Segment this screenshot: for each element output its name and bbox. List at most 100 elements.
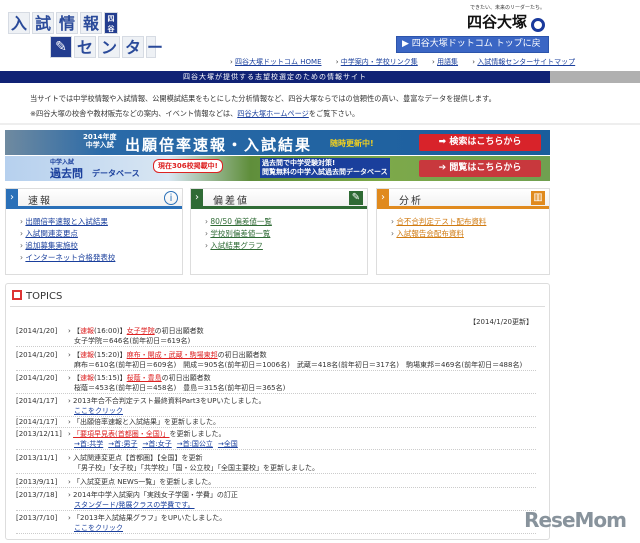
pencil-icon: ✎ [50, 36, 72, 58]
topic-row: [2014/1/20] 【速報(16:00)】女子学院の初日出願者数女子学院＝64… [16, 326, 536, 347]
box-title: 分析 [399, 196, 423, 207]
topic-sublink[interactable]: →首:男子 [108, 440, 137, 448]
intro-line-2-end: をご覧下さい。 [308, 109, 360, 118]
topic-detail: 麻布＝610名(前年初日＝609名) 開成＝905名(前年初日＝1006名) 武… [74, 361, 523, 369]
topic-text: 「2013年入試結果グラフ」をUPいたしました。 [73, 514, 227, 522]
box-link[interactable]: 出願倍率速報と入試結果 [25, 217, 108, 226]
bracket: 【 [73, 327, 81, 335]
box-link[interactable]: 合不合判定テスト配布資料 [396, 217, 486, 226]
top-links: › 四谷大塚ドットコム HOME › 中学案内・学校リンク集 › 用語集 › 入… [230, 58, 576, 66]
topic-text: 「出願倍率速報と入試結果」を更新しました。 [73, 418, 221, 426]
box-link[interactable]: 入試結果グラフ [210, 241, 263, 250]
intro-line-2: ※四谷大塚の校舎や教材販売などの案内、イベント情報などは、 [30, 109, 238, 118]
topic-text: 入試関連変更点【首都圏】【全国】を更新 [73, 454, 203, 462]
topic-row: [2013/7/10] 「2013年入試結果グラフ」をUPいたしました。ここをクリ… [16, 513, 536, 534]
logo-char: タ [122, 36, 144, 58]
topic-link[interactable]: 「要項早見表(首都圏・全国)」 [73, 430, 169, 438]
topic-date: [2013/12/11] [16, 430, 62, 438]
topic-link[interactable]: 桜蔭・豊島 [127, 374, 162, 382]
topic-date: [2014/1/17] [16, 418, 58, 426]
box-title: 偏差値 [213, 196, 249, 207]
topic-text: 2014年中学入試案内「実践女子学園・学費」の訂正 [73, 491, 238, 499]
topic-text: を更新しました。 [169, 430, 226, 438]
topics-panel: TOPICS 【2014/1/20更新】 [2014/1/20]【速報(16:0… [5, 283, 550, 540]
topic-row: [2013/11/1] 入試関連変更点【首都圏】【全国】を更新「男子校」「女子校」… [16, 453, 536, 474]
topic-date: [2014/1/20] [16, 374, 58, 382]
topic-date: [2013/7/18] [16, 491, 58, 499]
box-link[interactable]: 80/50 偏差値一覧 [210, 217, 272, 226]
info-icon: i [164, 191, 178, 205]
box-analysis: › 分析 ▥ 合不合判定テスト配布資料 入試報告会配布資料 [376, 188, 550, 275]
topic-sublink[interactable]: ここをクリック [74, 407, 123, 415]
intro-text: 当サイトでは中学校情報や入試情報、公開模試結果をもとにした分析情報など、四谷大塚… [30, 91, 496, 121]
chevron-right-icon: › [191, 189, 203, 206]
topic-sublink[interactable]: →首:女子 [142, 440, 171, 448]
logo-char: 試 [32, 12, 54, 34]
banner-sub: 中学入試 [85, 141, 114, 149]
site-logo[interactable]: 入 試 情 報 四谷大塚 ✎ セ ン タ ー [8, 12, 163, 60]
chevron-right-icon: › [6, 189, 18, 206]
topic-sublink[interactable]: →首:共学 [74, 440, 103, 448]
topic-text: 「入試変更点 NEWS一覧」を更新しました。 [73, 478, 216, 486]
topic-date: [2014/1/17] [16, 397, 58, 405]
breaking-label: 速報 [80, 374, 95, 382]
bracket: 【 [73, 374, 81, 382]
link-sitemap[interactable]: 入試情報センターサイトマップ [477, 58, 575, 66]
count-badge: 現在306校掲載中! [153, 159, 223, 173]
intro-line-1: 当サイトでは中学校情報や入試情報、公開模試結果をもとにした分析情報など、四谷大塚… [30, 94, 496, 103]
topic-detail: 桜蔭＝453名(前年初日＝458名) 豊島＝315名(前年初日＝365名) [74, 384, 286, 392]
topic-date: [2014/1/20] [16, 351, 58, 359]
bar-chart-icon: ▥ [531, 191, 545, 205]
topic-date: [2013/9/11] [16, 478, 58, 486]
divider [10, 306, 545, 307]
topic-row: [2014/1/20] 【速報(15:15)】桜蔭・豊島の初日出願者数桜蔭＝453… [16, 373, 536, 394]
link-home[interactable]: 四谷大塚ドットコム HOME [235, 58, 321, 66]
box-link[interactable]: 学校別偏差値一覧 [210, 229, 270, 238]
logo-char: 情 [56, 12, 78, 34]
browse-button[interactable]: ➔ 閲覧はこちらから [419, 160, 541, 177]
topic-link[interactable]: 麻布・開成・武蔵・駒場東邦 [127, 351, 218, 359]
back-to-top-site-button[interactable]: ▶ 四谷大塚ドットコム トップに戻る [396, 36, 549, 64]
box-news: › 速報 i 出願倍率速報と入試結果 入試関連変更点 追加募集実施校 インターネット… [5, 188, 183, 275]
logo-badge: 四谷大塚 [104, 12, 118, 53]
watermark-logo: ReseMom [524, 508, 627, 532]
breaking-label: 速報 [80, 351, 95, 359]
banner-exam-results[interactable]: 2014年度 中学入試 出願倍率速報・入試結果 随時更新中! ➡ 検索はこちらから [5, 130, 550, 155]
brand-name: 四谷大塚 [466, 13, 527, 31]
box-link[interactable]: 追加募集実施校 [25, 241, 78, 250]
link-glossary[interactable]: 用語集 [437, 58, 458, 66]
link-school-links[interactable]: 中学案内・学校リンク集 [341, 58, 418, 66]
topic-date: [2014/1/20] [16, 327, 58, 335]
db-label-2: 過去問 [50, 167, 83, 180]
topic-sublink[interactable]: →全国 [218, 440, 238, 448]
topic-link[interactable]: 女子学院 [127, 327, 155, 335]
brand-tagline: できたい、未来のリーダーたち。 [469, 5, 545, 11]
box-link[interactable]: 入試報告会配布資料 [396, 229, 464, 238]
yotsuya-brand[interactable]: できたい、未来のリーダーたち。 四谷大塚 [467, 4, 545, 32]
topic-time: (15:15)】 [94, 374, 127, 382]
topic-time: (15:20)】 [94, 351, 127, 359]
banner-title: 出願倍率速報・入試結果 [125, 136, 313, 154]
logo-char: ン [98, 36, 120, 58]
site-description-bar: 四谷大塚が提供する志望校選定のための情報サイト [0, 71, 550, 83]
topic-date: [2013/7/10] [16, 514, 58, 522]
box-link[interactable]: インターネット合格発表校 [25, 253, 115, 262]
topic-row: [2013/7/18] 2014年中学入試案内「実践女子学園・学費」の訂正スタンダ… [16, 490, 536, 511]
banner-year: 2014年度 [83, 133, 117, 141]
topic-sublink[interactable]: ここをクリック [74, 524, 123, 532]
homepage-link[interactable]: 四谷大塚ホームページ [237, 109, 309, 118]
topic-sublink[interactable]: スタンダード/発展クラスの学費です。 [74, 501, 195, 509]
topic-sublink[interactable]: →首:国公立 [177, 440, 213, 448]
chevron-right-icon: › [377, 189, 389, 206]
logo-char: 入 [8, 12, 30, 34]
divider [0, 123, 640, 125]
search-button[interactable]: ➡ 検索はこちらから [419, 134, 541, 151]
box-title: 速報 [28, 196, 52, 207]
db-desc-2: 閲覧無料の中学入試過去問データベース [262, 168, 388, 176]
topic-time: (16:00)】 [94, 327, 127, 335]
topic-detail: 女子学院＝646名(前年初日＝619名) [74, 337, 191, 345]
box-deviation: › 偏差値 ✎ 80/50 偏差値一覧 学校別偏差値一覧 入試結果グラフ [190, 188, 368, 275]
breaking-label: 速報 [80, 327, 95, 335]
box-link[interactable]: 入試関連変更点 [25, 229, 78, 238]
banner-past-exams[interactable]: 中学入試 過去問 データベース 現在306校掲載中! 過去問で中学受験対策! 閲覧… [5, 156, 550, 181]
